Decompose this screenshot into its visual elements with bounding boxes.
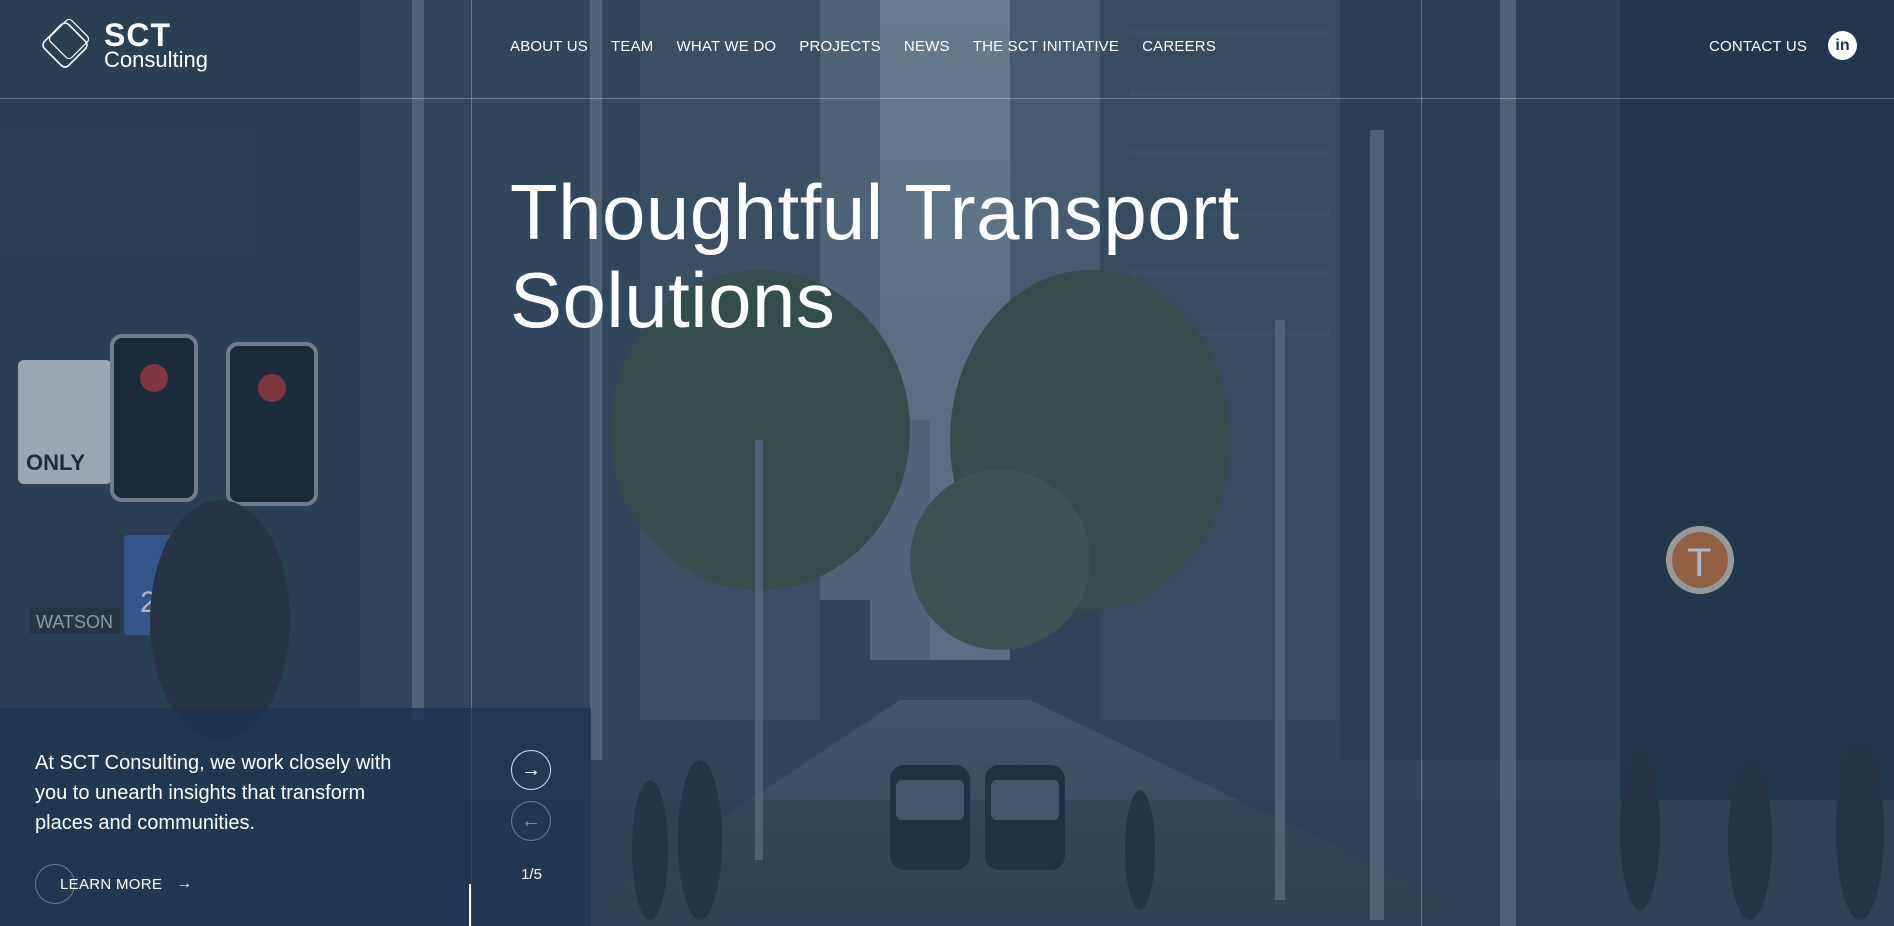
learn-more-button[interactable]: LEARN MORE → <box>35 864 192 904</box>
hero-title-line-1: Thoughtful Transport <box>510 168 1240 256</box>
nav-team[interactable]: TEAM <box>611 38 653 55</box>
arrow-left-icon: ← <box>521 809 541 832</box>
main-nav: ABOUT US TEAM WHAT WE DO PROJECTS NEWS T… <box>510 38 1239 55</box>
contact-us-link[interactable]: CONTACT US <box>1709 38 1807 55</box>
intro-blurb: At SCT Consulting, we work closely with … <box>35 752 392 834</box>
logo-subtitle: Consulting <box>104 47 208 72</box>
header-divider <box>0 98 1894 99</box>
sct-logo[interactable]: SCT Consulting <box>34 14 208 76</box>
grid-line-right <box>1421 0 1422 926</box>
nav-careers[interactable]: CAREERS <box>1142 38 1216 55</box>
nav-news[interactable]: NEWS <box>904 38 950 55</box>
linkedin-icon[interactable]: in <box>1828 31 1857 60</box>
slide-prev-button[interactable]: ← <box>511 801 551 841</box>
nav-what-we-do[interactable]: WHAT WE DO <box>676 38 776 55</box>
nav-sct-initiative[interactable]: THE SCT INITIATIVE <box>973 38 1119 55</box>
slide-progress-bar <box>469 884 471 926</box>
nav-about-us[interactable]: ABOUT US <box>510 38 588 55</box>
arrow-right-icon: → <box>521 758 541 781</box>
hero-title-line-2: Solutions <box>510 256 836 344</box>
hero-title: Thoughtful Transport Solutions <box>510 168 1240 344</box>
arrow-right-icon: → <box>176 875 193 892</box>
slide-next-button[interactable]: → <box>511 750 551 790</box>
slide-counter: 1/5 <box>521 866 542 883</box>
diamond-logo-icon <box>42 18 90 68</box>
learn-more-label: LEARN MORE <box>60 875 163 893</box>
nav-projects[interactable]: PROJECTS <box>799 38 881 55</box>
